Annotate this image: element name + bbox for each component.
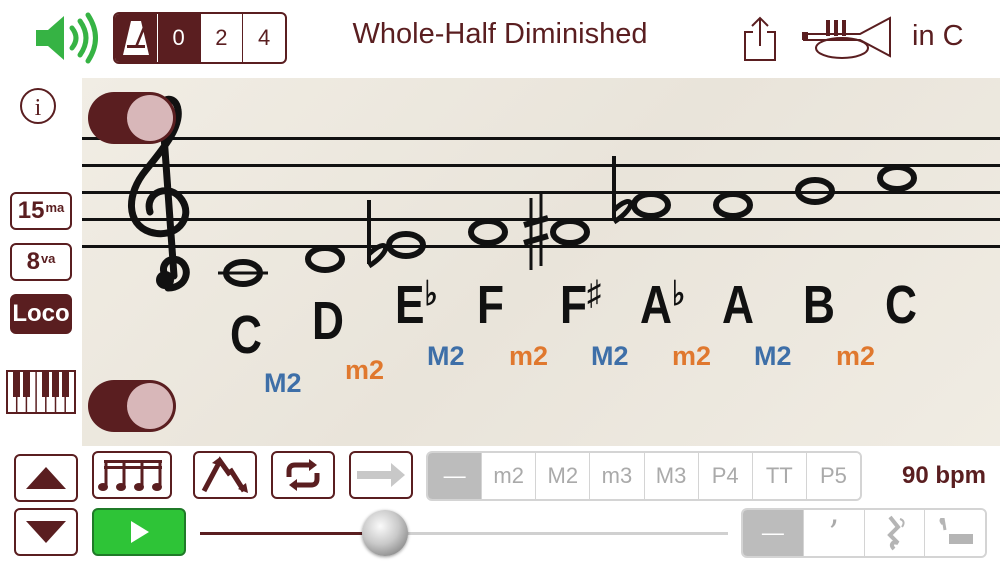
interval-label: m2 [672,341,712,371]
rest-option-none[interactable]: — [743,510,803,556]
interval-label: m2 [509,341,549,371]
interval-option[interactable]: M2 [535,453,590,499]
note-head [218,259,268,287]
interval-label: m2 [836,341,876,371]
transpose-down-button[interactable] [14,508,78,556]
loco-button[interactable]: Loco [10,294,72,334]
toggle-knob [127,95,173,141]
interval-option[interactable]: P5 [805,453,860,499]
flat-sign [612,156,633,225]
metronome-option-2[interactable]: 2 [199,14,243,62]
notes-layer [218,156,917,287]
note-name: B [803,275,835,335]
note-name: A♭ [640,275,686,335]
tempo-slider-thumb[interactable] [362,510,408,556]
note-head [877,164,917,192]
interval-label: m2 [345,355,385,385]
interval-label: M2 [264,368,302,398]
note-name: A [722,275,754,335]
interval-option[interactable]: m2 [481,453,536,499]
repeat-icon [286,459,320,491]
info-icon[interactable]: i [18,86,58,126]
note-head [386,231,426,259]
share-icon[interactable] [740,14,780,64]
transposition-label: in C [912,20,964,52]
interval-label: M2 [427,341,465,371]
note-name: F [477,275,505,335]
octave-8va-button[interactable]: 8 va [10,243,72,281]
top-toggle[interactable] [88,92,176,144]
direction-button[interactable] [193,451,257,499]
note-head [631,191,671,219]
repeat-button[interactable] [271,451,335,499]
note-name: E♭ [395,275,438,335]
interval-label: M2 [754,341,792,371]
sharp-sign [523,194,549,270]
note-name: C [885,275,917,335]
rest-selector[interactable]: — ’ [741,508,987,558]
rhythm-button[interactable] [92,451,172,499]
quarter-rest-icon[interactable] [863,510,925,556]
arrow-down-icon [26,521,66,543]
metronome-count-selector[interactable]: 0 2 4 [113,12,287,64]
interval-option[interactable]: P4 [697,453,752,499]
svg-text:i: i [35,95,42,121]
continuous-button[interactable] [349,451,413,499]
piano-keyboard-icon[interactable] [6,370,76,414]
tempo-slider-fill [200,532,386,535]
note-head [795,177,835,205]
music-staff: C D E♭ F F♯ A♭ A B C M2 m2 M2 m2 M2 m2 M… [82,78,1000,446]
note-name: C [230,305,262,365]
up-down-arrows-icon [201,456,248,493]
play-icon [131,521,149,543]
arrow-right-icon [357,463,405,487]
play-button[interactable] [92,508,186,556]
tempo-label: 90 bpm [902,462,987,489]
arrow-up-icon [26,467,66,489]
note-name: F♯ [560,274,601,335]
octave-15ma-button[interactable]: 15 ma [10,192,72,230]
toggle-knob [127,383,173,429]
metronome-icon[interactable] [115,14,157,62]
metronome-option-4[interactable]: 4 [242,14,285,62]
note-head [468,218,508,246]
note-head [305,245,345,273]
interval-label: M2 [591,341,629,371]
interval-selector[interactable]: — m2 M2 m3 M3 P4 TT P5 [426,451,862,501]
sixteenth-notes-icon [98,460,162,491]
interval-option[interactable]: M3 [643,453,698,499]
speaker-icon[interactable] [30,12,100,64]
metronome-option-0[interactable]: 0 [156,14,200,62]
transpose-up-button[interactable] [14,454,78,502]
trumpet-icon[interactable] [800,10,892,66]
rest-with-bar-icon[interactable] [924,510,985,556]
bottom-toggle[interactable] [88,380,176,432]
note-head [550,218,590,246]
interval-option[interactable]: TT [751,453,806,499]
note-head [713,191,753,219]
note-name: D [312,291,344,351]
breath-mark-icon[interactable]: ’ [802,510,864,556]
flat-sign [367,200,388,269]
scale-title: Whole-Half Diminished [352,18,648,50]
interval-option[interactable]: m3 [589,453,644,499]
interval-option[interactable]: — [428,453,482,499]
